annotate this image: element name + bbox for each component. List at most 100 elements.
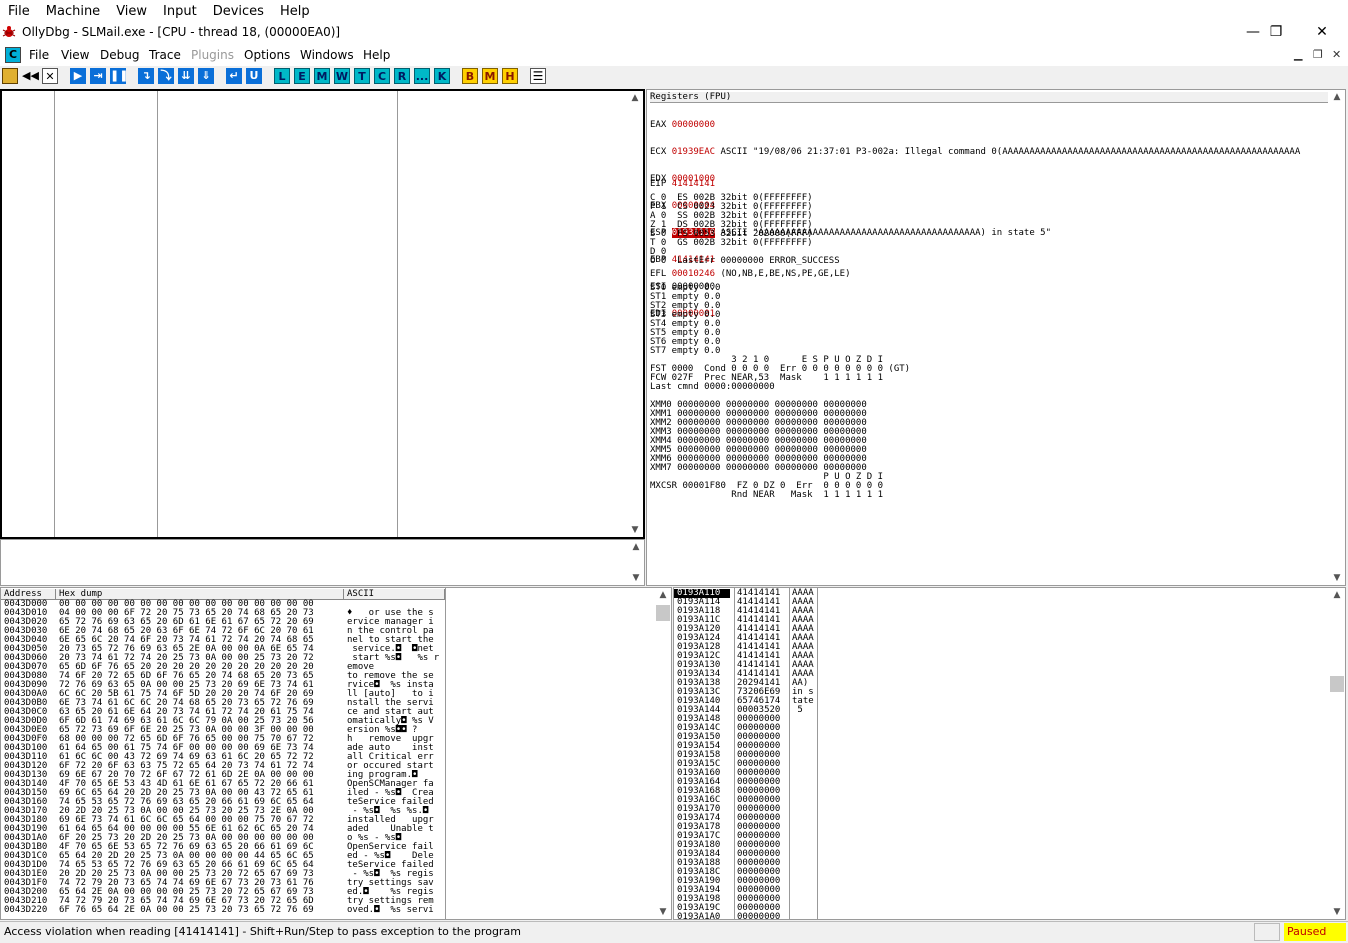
- cpu-button[interactable]: C: [374, 68, 390, 84]
- scroll-up-icon[interactable]: ▲: [1329, 90, 1345, 104]
- stack-pane[interactable]: 0193A110 0193A114 0193A118 0193A11C 0193…: [673, 587, 1346, 920]
- menu-view[interactable]: View: [61, 48, 89, 62]
- scroll-up-icon[interactable]: ▲: [1329, 588, 1345, 602]
- column-divider: [445, 588, 446, 919]
- scroll-up-icon[interactable]: ▲: [655, 588, 671, 602]
- column-divider: [817, 588, 818, 919]
- menu-options[interactable]: Options: [244, 48, 290, 62]
- host-menu-input[interactable]: Input: [155, 1, 205, 22]
- scroll-down-icon[interactable]: ▼: [1329, 905, 1345, 919]
- call-stack-button[interactable]: K: [434, 68, 450, 84]
- app-menubar: C File View Debug Trace Plugins Options …: [0, 45, 1348, 66]
- dump-hex: 00 00 00 00 00 00 00 00 00 00 00 00 00 0…: [59, 599, 314, 915]
- rewind-icon[interactable]: ◀◀: [22, 68, 39, 84]
- executable-modules-button[interactable]: E: [294, 68, 310, 84]
- scroll-down-icon[interactable]: ▼: [627, 523, 643, 537]
- status-panel: [1254, 923, 1280, 941]
- xmm-registers[interactable]: XMM0 00000000 00000000 00000000 00000000…: [650, 401, 883, 500]
- info-pane: ▲ ▼: [0, 539, 645, 586]
- status-bar: Access violation when reading [41414141]…: [0, 921, 1348, 943]
- column-divider: [157, 91, 158, 537]
- column-divider: [734, 588, 735, 919]
- scroll-down-icon[interactable]: ▼: [655, 905, 671, 919]
- dump-ascii: ♦ or use the s ervice manager i n the co…: [347, 608, 440, 915]
- threads-button[interactable]: T: [354, 68, 370, 84]
- host-menubar: File Machine View Input Devices Help: [0, 0, 1348, 21]
- menu-debug[interactable]: Debug: [100, 48, 139, 62]
- references-button[interactable]: R: [394, 68, 410, 84]
- hardware-breakpoints-button[interactable]: H: [502, 68, 518, 84]
- stack-scrollbar[interactable]: ▲ ▼: [1329, 588, 1345, 919]
- scroll-up-icon[interactable]: ▲: [627, 91, 643, 105]
- dump-scrollbar[interactable]: ▲ ▼: [655, 588, 671, 919]
- mdi-close-icon[interactable]: ✕: [1332, 48, 1341, 61]
- stack-addresses: 0193A114 0193A118 0193A11C 0193A120 0193…: [677, 597, 721, 920]
- dump-pane[interactable]: Address Hex dump ASCII 0043D000 0043D010…: [0, 587, 672, 920]
- stack-values: 41414141 41414141 41414141 41414141 4141…: [737, 588, 781, 920]
- toolbar: ◀◀ ✕ ▶ ⇥ ❚❚ ↴ ⤵ ⇊ ⇓ ↵ U L E M W T C R ..…: [0, 66, 1348, 87]
- register-eax[interactable]: EAX 00000000: [650, 121, 1328, 130]
- title-bar: OllyDbg - SLMail.exe - [CPU - thread 18,…: [0, 21, 1348, 45]
- windows-button[interactable]: W: [334, 68, 350, 84]
- host-menu-devices[interactable]: Devices: [205, 1, 272, 22]
- paused-status-badge: Paused: [1284, 923, 1346, 941]
- registers-header[interactable]: Registers (FPU): [650, 92, 1328, 103]
- animate-over-icon[interactable]: ⇓: [198, 68, 214, 84]
- scrollbar-thumb[interactable]: [656, 605, 670, 621]
- scroll-down-icon[interactable]: ▼: [1329, 571, 1345, 585]
- scroll-down-icon[interactable]: ▼: [628, 571, 644, 585]
- registers-scrollbar[interactable]: ▲ ▼: [1329, 90, 1345, 585]
- cpu-window-icon[interactable]: C: [5, 47, 21, 63]
- run-icon[interactable]: ▶: [70, 68, 86, 84]
- step-over-icon[interactable]: ⤵: [158, 68, 174, 84]
- restore-button[interactable]: ❐: [1253, 21, 1299, 45]
- menu-help[interactable]: Help: [363, 48, 390, 62]
- scroll-up-icon[interactable]: ▲: [628, 540, 644, 554]
- dump-addresses: 0043D000 0043D010 0043D020 0043D030 0043…: [4, 599, 48, 915]
- menu-windows[interactable]: Windows: [300, 48, 354, 62]
- registers-pane[interactable]: Registers (FPU) EAX 00000000 ECX 01939EA…: [646, 89, 1346, 586]
- execute-till-return-icon[interactable]: ↵: [226, 68, 242, 84]
- ollydbg-bug-icon: [2, 26, 16, 37]
- register-efl[interactable]: EFL 00010246 (NO,NB,E,BE,NS,PE,GE,LE): [650, 270, 851, 279]
- close-process-icon[interactable]: ✕: [42, 68, 58, 84]
- step-into-icon[interactable]: ↴: [138, 68, 154, 84]
- animate-into-icon[interactable]: ⇊: [178, 68, 194, 84]
- execute-till-user-code-icon[interactable]: U: [246, 68, 262, 84]
- disassembly-pane[interactable]: ▲ ▼: [0, 89, 645, 539]
- scrollbar-thumb[interactable]: [1330, 676, 1344, 692]
- host-menu-machine[interactable]: Machine: [38, 1, 108, 22]
- info-scrollbar[interactable]: ▲ ▼: [628, 540, 644, 585]
- run-trace-button[interactable]: ...: [414, 68, 430, 84]
- close-button[interactable]: ✕: [1299, 21, 1345, 45]
- register-ecx[interactable]: ECX 01939EAC ASCII "19/08/06 21:37:01 P3…: [650, 148, 1328, 157]
- list-icon[interactable]: ☰: [530, 68, 546, 84]
- flags-segments[interactable]: C 0 ES 002B 32bit 0(FFFFFFFF) P 1 CS 002…: [650, 194, 840, 266]
- run-thread-icon[interactable]: ⇥: [90, 68, 106, 84]
- memory-breakpoints-button[interactable]: M: [482, 68, 498, 84]
- log-window-button[interactable]: L: [274, 68, 290, 84]
- host-menu-view[interactable]: View: [108, 1, 155, 22]
- menu-file[interactable]: File: [29, 48, 49, 62]
- host-menu-file[interactable]: File: [0, 1, 38, 22]
- fpu-registers[interactable]: ST0 empty 0.0 ST1 empty 0.0 ST2 empty 0.…: [650, 284, 910, 392]
- memory-map-button[interactable]: M: [314, 68, 330, 84]
- register-eip[interactable]: EIP 41414141: [650, 180, 715, 189]
- status-message: Access violation when reading [41414141]…: [4, 925, 521, 938]
- pause-icon[interactable]: ❚❚: [110, 68, 128, 84]
- column-divider: [54, 91, 55, 537]
- breakpoints-button[interactable]: B: [462, 68, 478, 84]
- open-folder-icon[interactable]: [2, 68, 18, 84]
- register-edx[interactable]: EDX 00001000: [650, 175, 1328, 184]
- mdi-minimize-icon[interactable]: ▁: [1294, 48, 1302, 61]
- stack-comments: AAAA AAAA AAAA AAAA AAAA AAAA AAAA AAAA …: [792, 588, 814, 715]
- dump-header-ascii[interactable]: ASCII: [344, 589, 445, 600]
- host-menu-help[interactable]: Help: [272, 1, 318, 22]
- disassembly-scrollbar[interactable]: ▲ ▼: [627, 91, 643, 537]
- column-divider: [397, 91, 398, 537]
- column-divider: [789, 588, 790, 919]
- menu-plugins[interactable]: Plugins: [191, 48, 234, 62]
- menu-trace[interactable]: Trace: [149, 48, 181, 62]
- window-title: OllyDbg - SLMail.exe - [CPU - thread 18,…: [22, 25, 341, 39]
- mdi-restore-icon[interactable]: ❐: [1313, 48, 1323, 61]
